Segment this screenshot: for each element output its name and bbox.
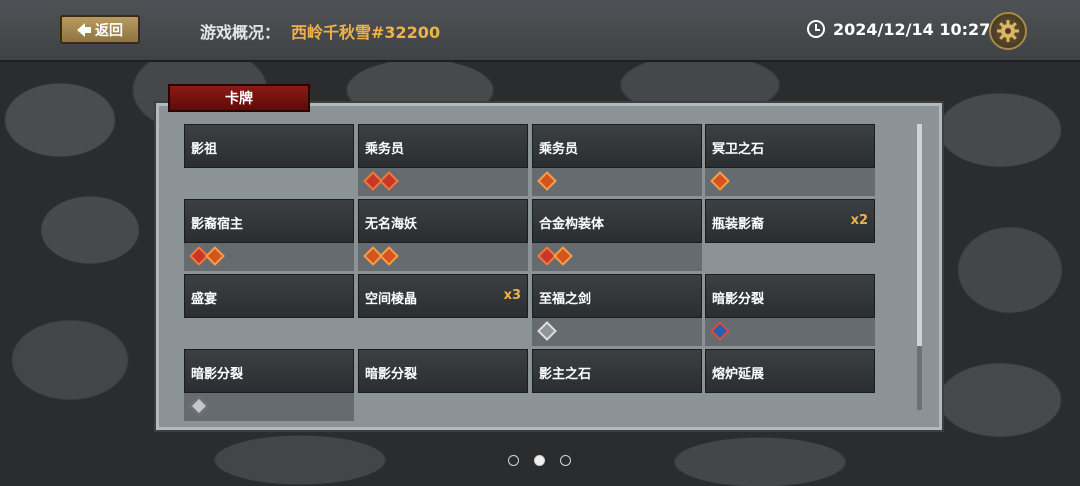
card-gem-row (705, 318, 875, 346)
card-name: 合金构装体 (539, 217, 605, 232)
card-name: 影主之石 (539, 367, 592, 382)
clock-icon (807, 20, 825, 38)
card-header: 乘务员 (358, 124, 528, 168)
card-item[interactable]: 暗影分裂 (358, 349, 528, 421)
card-gem-row (184, 393, 354, 421)
card-header: 无名海妖 (358, 199, 528, 243)
card-header: 暗影分裂 (184, 349, 354, 393)
page-dot[interactable] (508, 455, 519, 466)
card-item[interactable]: 冥卫之石 (705, 124, 875, 196)
card-header: 暗影分裂 (358, 349, 528, 393)
card-header: 暗影分裂 (705, 274, 875, 318)
card-gem-row (532, 318, 702, 346)
card-item[interactable]: 影裔宿主 (184, 199, 354, 271)
card-item[interactable]: 影主之石 (532, 349, 702, 421)
card-item[interactable]: 空间棱晶 x3 (358, 274, 528, 346)
card-name: 盛宴 (191, 292, 218, 307)
card-name: 影祖 (191, 142, 218, 157)
game-overview-label: 游戏概况： (200, 23, 281, 42)
card-name: 无名海妖 (365, 217, 418, 232)
card-name: 瓶装影裔 (712, 217, 765, 232)
card-header: 空间棱晶 x3 (358, 274, 528, 318)
card-header: 影祖 (184, 124, 354, 168)
card-item[interactable]: 瓶装影裔 x2 (705, 199, 875, 271)
card-name: 暗影分裂 (365, 367, 418, 382)
top-bar: 返回 游戏概况： 西岭千秋雪#32200 2024/12/14 10:27 (0, 0, 1080, 62)
card-name: 乘务员 (539, 142, 579, 157)
card-count: x2 (850, 213, 868, 228)
card-header: 冥卫之石 (705, 124, 875, 168)
card-name: 暗影分裂 (191, 367, 244, 382)
datetime-text: 2024/12/14 10:27 (833, 20, 991, 39)
card-name: 影裔宿主 (191, 217, 244, 232)
server-name: 西岭千秋雪#32200 (291, 23, 441, 42)
card-item[interactable]: 乘务员 (358, 124, 528, 196)
card-item[interactable]: 暗影分裂 (184, 349, 354, 421)
card-item[interactable]: 盛宴 (184, 274, 354, 346)
card-item[interactable]: 暗影分裂 (705, 274, 875, 346)
card-name: 空间棱晶 (365, 292, 418, 307)
card-item[interactable]: 合金构装体 (532, 199, 702, 271)
card-gem-row (705, 168, 875, 196)
gear-icon (997, 20, 1019, 42)
card-name: 至福之剑 (539, 292, 592, 307)
card-header: 乘务员 (532, 124, 702, 168)
card-name: 熔炉延展 (712, 367, 765, 382)
scrollbar-thumb[interactable] (917, 124, 922, 346)
card-header: 至福之剑 (532, 274, 702, 318)
card-gem-row (532, 168, 702, 196)
card-header: 熔炉延展 (705, 349, 875, 393)
card-header: 合金构装体 (532, 199, 702, 243)
settings-button[interactable] (989, 12, 1027, 50)
page-dot[interactable] (560, 455, 571, 466)
card-header: 影裔宿主 (184, 199, 354, 243)
card-name: 暗影分裂 (712, 292, 765, 307)
back-arrow-icon (77, 22, 91, 37)
card-count: x3 (503, 288, 521, 303)
card-item[interactable]: 熔炉延展 (705, 349, 875, 421)
card-item[interactable]: 无名海妖 (358, 199, 528, 271)
back-button[interactable]: 返回 (60, 15, 140, 44)
card-header: 盛宴 (184, 274, 354, 318)
card-item[interactable]: 影祖 (184, 124, 354, 196)
card-name: 冥卫之石 (712, 142, 765, 157)
page-dot[interactable] (534, 455, 545, 466)
card-header: 瓶装影裔 x2 (705, 199, 875, 243)
card-name: 乘务员 (365, 142, 405, 157)
card-header: 影主之石 (532, 349, 702, 393)
card-item[interactable]: 至福之剑 (532, 274, 702, 346)
card-item[interactable]: 乘务员 (532, 124, 702, 196)
back-label: 返回 (95, 22, 123, 39)
tab-cards[interactable]: 卡牌 (168, 84, 310, 112)
